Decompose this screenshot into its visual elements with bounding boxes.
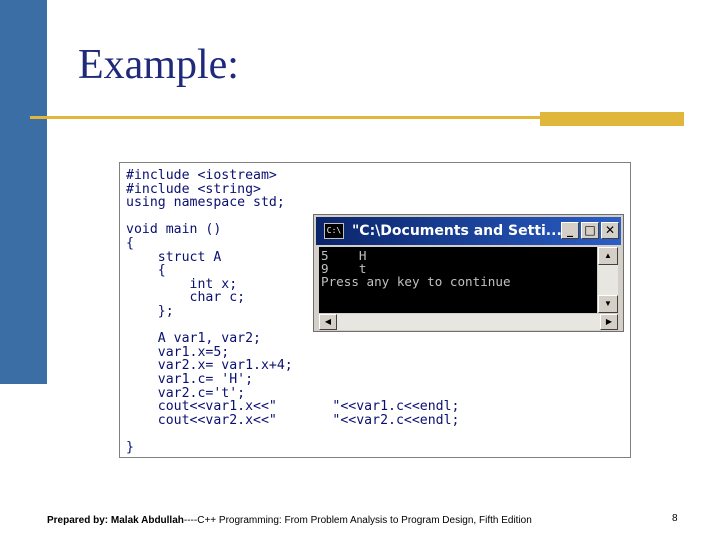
footer-author: Prepared by: Malak Abdullah <box>47 515 184 526</box>
scroll-down-arrow-icon[interactable]: ▼ <box>598 295 618 313</box>
slide-title: Example: <box>78 42 239 88</box>
maximize-button[interactable]: □ <box>581 222 599 239</box>
footer-separator: ---- <box>183 515 198 526</box>
scroll-right-arrow-icon[interactable]: ▶ <box>600 314 618 330</box>
page-number: 8 <box>672 513 678 524</box>
console-output: 5 H 9 t Press any key to continue <box>321 248 511 289</box>
console-window-title: "C:\Documents and Setti... <box>352 223 562 239</box>
close-button[interactable]: ✕ <box>601 222 619 239</box>
left-accent-bar <box>0 0 47 384</box>
footer-source: C++ Programming: From Problem Analysis t… <box>197 515 532 526</box>
console-titlebar[interactable]: C:\ "C:\Documents and Setti... _ □ ✕ <box>316 217 621 245</box>
console-app-icon: C:\ <box>324 223 344 239</box>
title-underline-accent <box>540 112 684 126</box>
vertical-scrollbar[interactable]: ▲ ▼ <box>598 247 618 313</box>
scroll-up-arrow-icon[interactable]: ▲ <box>598 247 618 265</box>
horizontal-scrollbar[interactable]: ◀ ▶ <box>319 314 618 330</box>
scroll-left-arrow-icon[interactable]: ◀ <box>319 314 337 330</box>
slide-footer: Prepared by: Malak Abdullah----C++ Progr… <box>47 515 532 526</box>
console-output-area: 5 H 9 t Press any key to continue <box>319 247 597 313</box>
minimize-button[interactable]: _ <box>561 222 579 239</box>
console-window: C:\ "C:\Documents and Setti... _ □ ✕ 5 H… <box>313 214 624 332</box>
